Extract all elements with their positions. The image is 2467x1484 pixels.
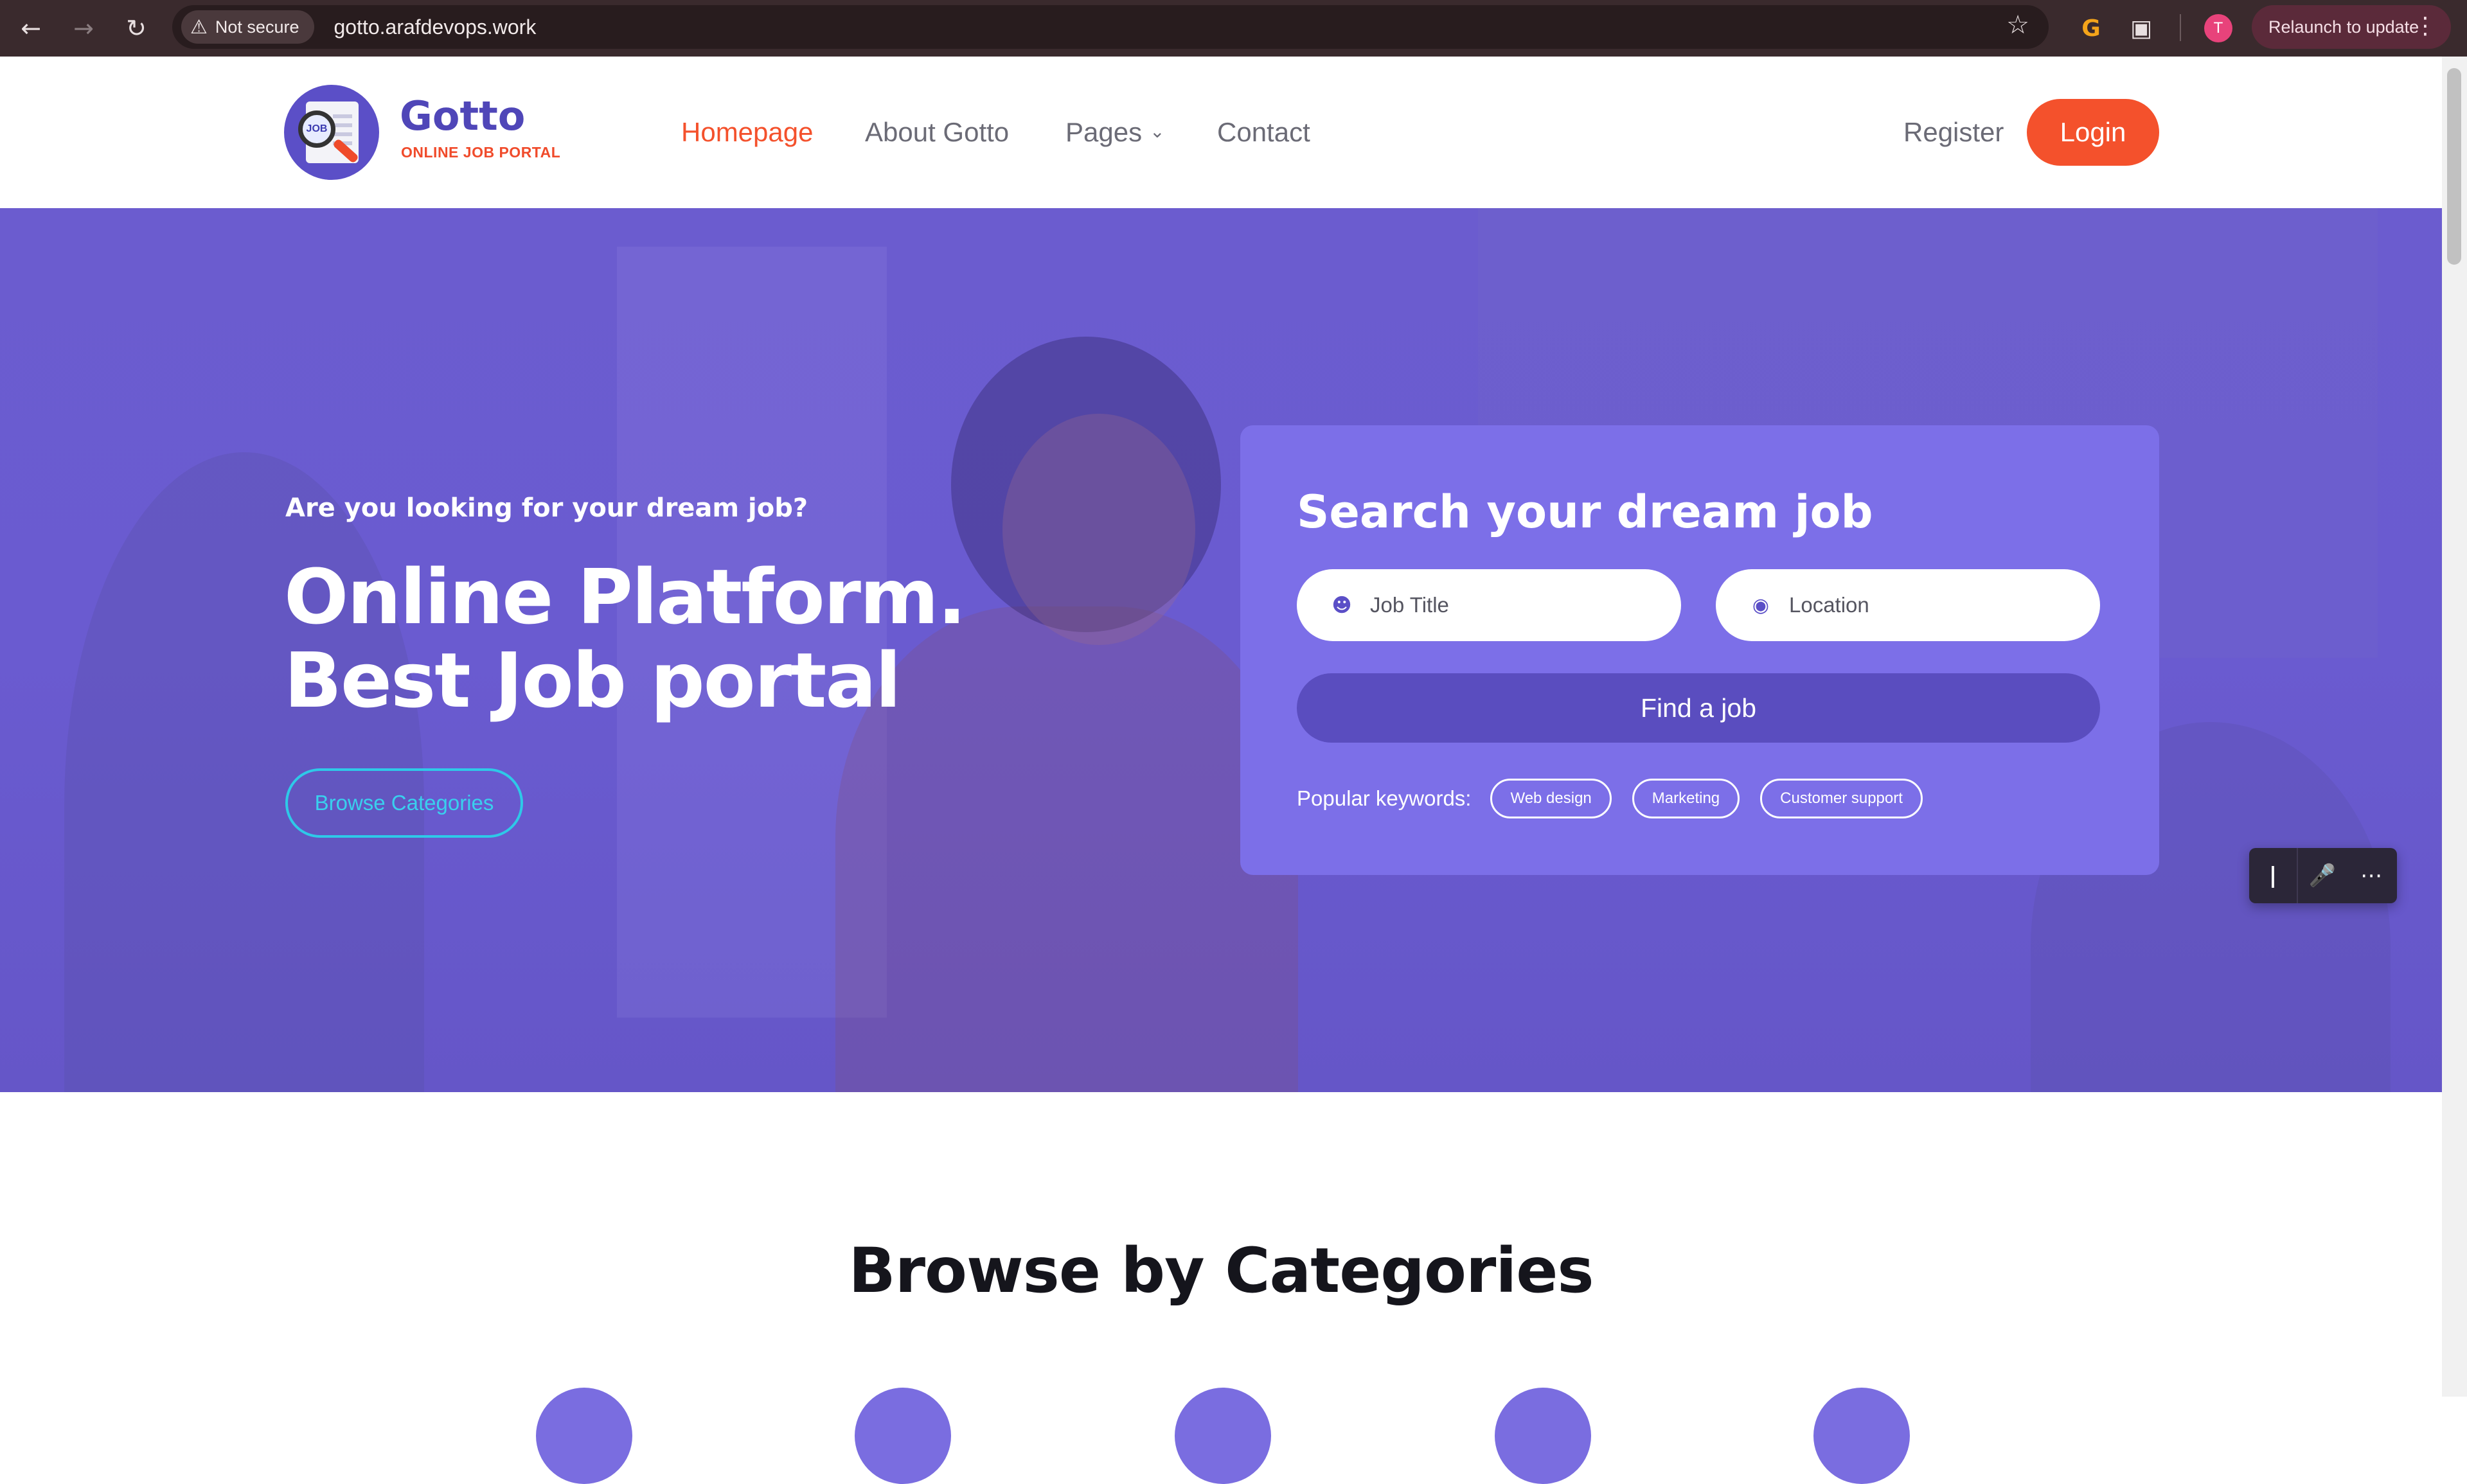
address-bar[interactable]: ⚠ Not secure gotto.arafdevops.work ☆ xyxy=(172,5,2049,49)
nav-pages[interactable]: Pages ⌄ xyxy=(1065,117,1165,148)
hero-eyebrow: Are you looking for your dream job? xyxy=(285,493,808,523)
hero-background-person xyxy=(1002,414,1195,645)
kebab-menu-icon[interactable]: ⋮ xyxy=(2414,13,2437,39)
browser-toolbar: ← → ↻ ⚠ Not secure gotto.arafdevops.work… xyxy=(0,0,2467,57)
url-text[interactable]: gotto.arafdevops.work xyxy=(334,15,536,39)
user-icon: ☻ xyxy=(1331,594,1352,617)
search-card: Search your dream job ☻ Job Title ◉ Loca… xyxy=(1240,425,2159,875)
logo-icon[interactable]: JOB xyxy=(284,85,379,180)
hero-section: Are you looking for your dream job? Onli… xyxy=(0,208,2442,1092)
site-header: JOB Gotto ONLINE JOB PORTAL Homepage Abo… xyxy=(0,57,2442,208)
profile-avatar[interactable]: T xyxy=(2204,14,2232,42)
hero-title: Online Platform. Best Job portal xyxy=(284,552,966,725)
brand-tagline: ONLINE JOB PORTAL xyxy=(401,144,561,161)
job-title-input[interactable]: ☻ Job Title xyxy=(1297,569,1681,641)
magnifier-icon: JOB xyxy=(298,110,335,148)
browse-categories-button[interactable]: Browse Categories xyxy=(285,768,523,838)
relaunch-label: Relaunch to update xyxy=(2268,17,2419,37)
job-title-placeholder: Job Title xyxy=(1370,593,1449,617)
g-extension-icon[interactable]: G xyxy=(2072,9,2110,48)
reload-icon[interactable]: ↻ xyxy=(117,9,156,48)
hero-title-line: Best Job portal xyxy=(284,636,901,725)
keyword-pill[interactable]: Marketing xyxy=(1632,779,1740,818)
cursor-icon[interactable]: | xyxy=(2249,848,2298,903)
voice-toolbar: | 🎤 ⋯ xyxy=(2249,848,2397,903)
nav-about[interactable]: About Gotto xyxy=(865,117,1009,148)
security-label: Not secure xyxy=(215,17,299,37)
warning-icon: ⚠ xyxy=(190,15,208,39)
category-icon[interactable] xyxy=(855,1388,951,1484)
find-job-button[interactable]: Find a job xyxy=(1297,673,2100,743)
nav-homepage[interactable]: Homepage xyxy=(681,117,813,148)
page-scrollbar[interactable] xyxy=(2442,57,2467,1397)
category-icon[interactable] xyxy=(536,1388,632,1484)
keywords-label: Popular keywords: xyxy=(1297,786,1472,810)
nav-contact[interactable]: Contact xyxy=(1217,117,1310,148)
location-placeholder: Location xyxy=(1789,593,1869,617)
puzzle-icon[interactable]: ▣ xyxy=(2122,9,2160,48)
back-arrow-icon[interactable]: ← xyxy=(12,9,50,48)
scrollbar-thumb[interactable] xyxy=(2447,68,2461,265)
toolbar-divider xyxy=(2180,14,2181,41)
location-pin-icon: ◉ xyxy=(1752,594,1770,617)
microphone-icon[interactable]: 🎤 xyxy=(2298,848,2347,903)
chevron-down-icon: ⌄ xyxy=(1150,121,1165,142)
relaunch-button[interactable]: Relaunch to update ⋮ xyxy=(2252,5,2451,49)
location-input[interactable]: ◉ Location xyxy=(1716,569,2100,641)
forward-arrow-icon[interactable]: → xyxy=(64,9,103,48)
popular-keywords: Popular keywords: Web design Marketing C… xyxy=(1297,779,1943,818)
keyword-pill[interactable]: Customer support xyxy=(1760,779,1923,818)
login-button[interactable]: Login xyxy=(2027,99,2159,166)
brand-name[interactable]: Gotto xyxy=(400,93,525,139)
register-link[interactable]: Register xyxy=(1903,117,2004,148)
categories-title: Browse by Categories xyxy=(848,1235,1594,1307)
category-icon[interactable] xyxy=(1813,1388,1910,1484)
keyword-pill[interactable]: Web design xyxy=(1490,779,1612,818)
search-title: Search your dream job xyxy=(1297,486,1873,538)
security-indicator[interactable]: ⚠ Not secure xyxy=(181,10,315,44)
more-icon[interactable]: ⋯ xyxy=(2347,848,2396,903)
category-icon[interactable] xyxy=(1495,1388,1591,1484)
logo-text: JOB xyxy=(306,123,328,134)
nav-pages-label: Pages xyxy=(1065,117,1143,147)
star-icon[interactable]: ☆ xyxy=(2006,10,2029,40)
category-icon[interactable] xyxy=(1175,1388,1271,1484)
hero-title-line: Online Platform. xyxy=(284,552,966,641)
